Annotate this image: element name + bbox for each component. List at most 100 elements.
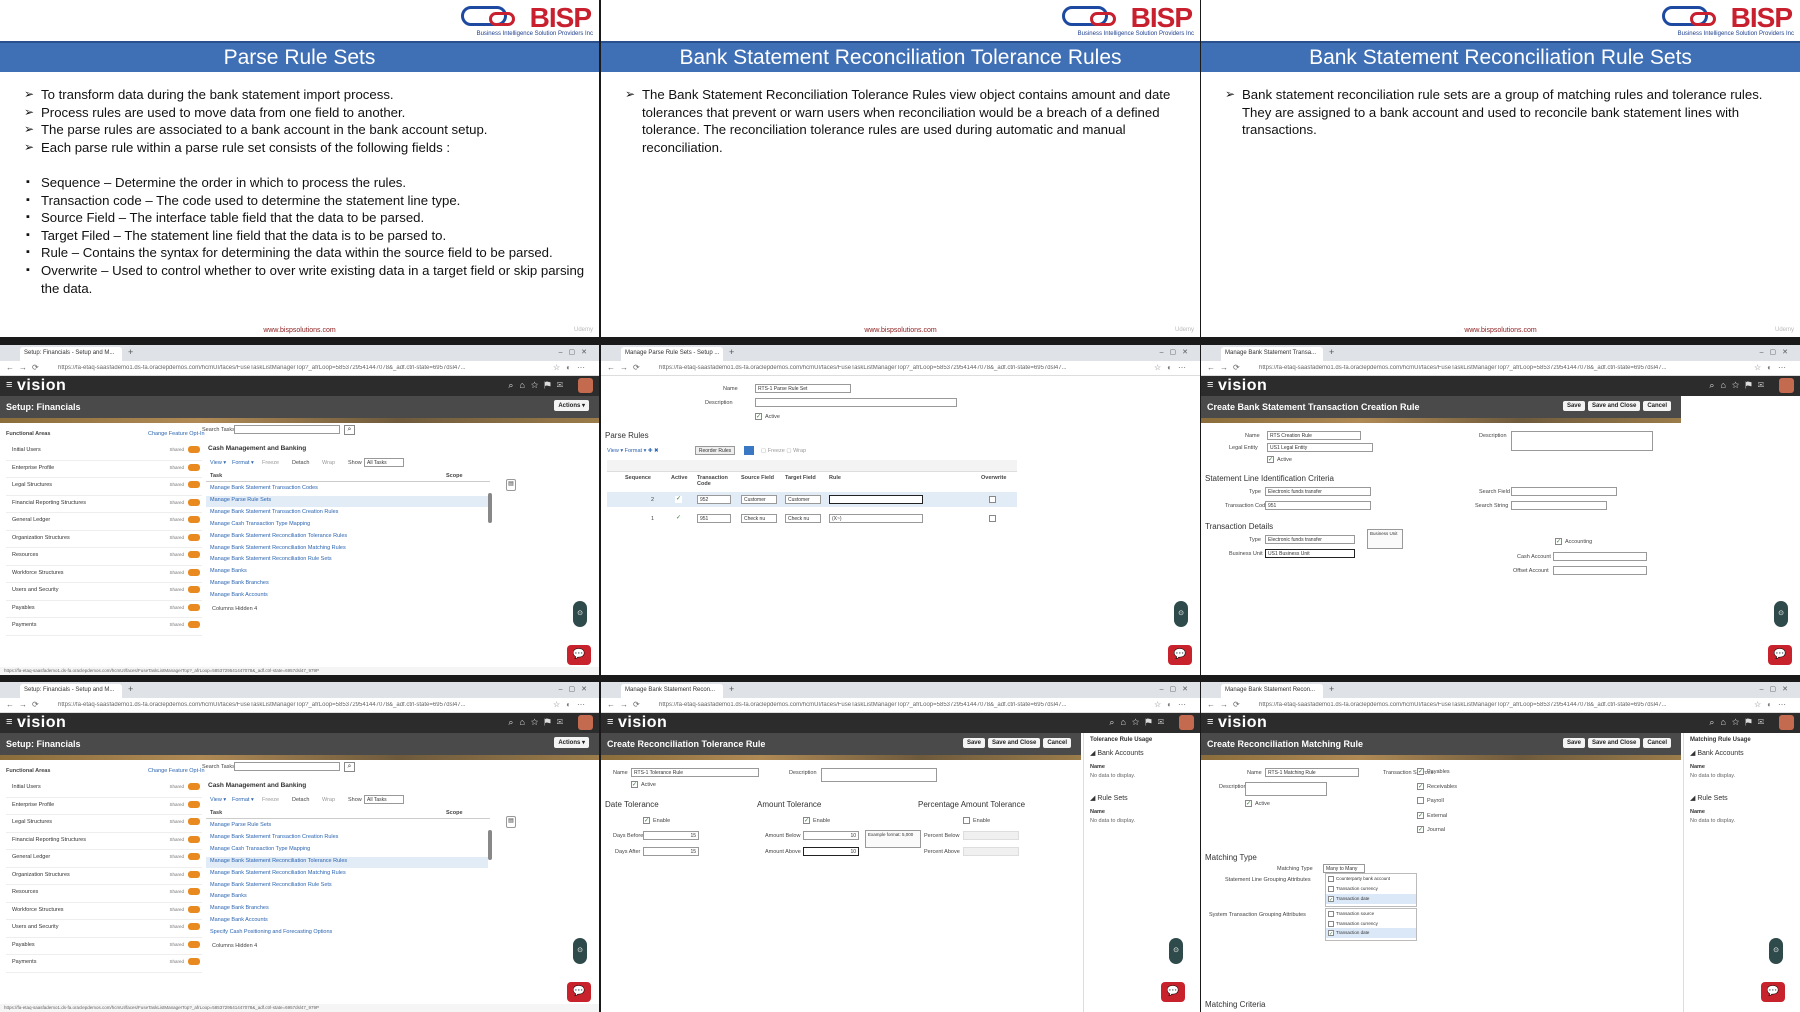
rule-input[interactable]: (X~): [829, 514, 923, 523]
type2-select[interactable]: Electronic funds transfer: [1265, 535, 1355, 544]
browser-toolbar-icons[interactable]: ☆◐⋯: [1154, 363, 1192, 372]
usage-rule-sets[interactable]: ◢ Rule Sets: [1690, 794, 1728, 802]
browser-tab[interactable]: Manage Bank Statement Recon...: [621, 684, 723, 698]
nav-arrows-icon[interactable]: ←→⟳: [607, 363, 645, 372]
toggle-icon[interactable]: [188, 603, 200, 611]
target-field-select[interactable]: Customer: [785, 495, 821, 504]
grouping-option[interactable]: Counterparty bank account: [1326, 874, 1416, 884]
toggle-icon[interactable]: [188, 800, 200, 808]
description-input[interactable]: [821, 768, 937, 782]
accounting-checkbox[interactable]: ✓: [1555, 538, 1562, 545]
usage-rule-sets[interactable]: ◢ Rule Sets: [1090, 794, 1128, 802]
browser-toolbar-icons[interactable]: ☆◐⋯: [1154, 700, 1192, 709]
option-checkbox[interactable]: [1328, 886, 1334, 892]
show-select[interactable]: All Tasks: [364, 458, 404, 467]
name-input[interactable]: RTS-1 Matching Rule: [1265, 768, 1359, 777]
url-text[interactable]: https://fa-etaq-saasfademo1.ds-fa.oracle…: [659, 365, 1089, 371]
task-link[interactable]: Manage Banks: [210, 568, 247, 574]
amount-enable-checkbox[interactable]: ✓: [803, 817, 810, 824]
toggle-icon[interactable]: [188, 923, 200, 930]
task-link[interactable]: Manage Banks: [210, 893, 247, 899]
task-link[interactable]: Manage Bank Statement Reconciliation Mat…: [210, 870, 346, 876]
assistant-orb[interactable]: ⊙: [1174, 601, 1188, 627]
functional-area-item[interactable]: General Ledger Shared: [6, 850, 202, 868]
chat-button[interactable]: 💬: [1168, 645, 1192, 665]
scrollbar[interactable]: [488, 493, 492, 523]
task-link[interactable]: Manage Parse Rule Sets: [210, 497, 271, 503]
detach-toggle[interactable]: Detach: [292, 460, 309, 466]
toggle-icon[interactable]: [188, 870, 200, 878]
chat-button[interactable]: 💬: [567, 982, 591, 1002]
vision-logo[interactable]: vision: [1218, 377, 1267, 395]
search-tasks-input[interactable]: [234, 762, 340, 771]
statement-grouping-list[interactable]: Counterparty bank account Transaction cur…: [1325, 873, 1417, 907]
assistant-orb[interactable]: ⊙: [1169, 938, 1183, 964]
amount-above-input[interactable]: 10: [803, 847, 859, 856]
days-after-input[interactable]: 15: [643, 847, 699, 856]
assistant-orb[interactable]: ⊙: [1769, 938, 1783, 964]
task-link[interactable]: Manage Bank Statement Reconciliation Mat…: [210, 545, 346, 551]
nav-arrows-icon[interactable]: ←→⟳: [1207, 700, 1245, 709]
chat-button[interactable]: 💬: [567, 645, 591, 665]
functional-area-item[interactable]: Payments Shared: [6, 955, 202, 973]
functional-area-item[interactable]: Payments Shared: [6, 618, 202, 636]
change-feature-link[interactable]: Change Feature Opt-In: [148, 768, 205, 774]
avatar[interactable]: [1179, 715, 1194, 730]
toggle-icon[interactable]: [188, 446, 200, 453]
task-link[interactable]: Manage Bank Statement Transaction Creati…: [210, 509, 338, 515]
grouping-option[interactable]: ✓ Transaction date: [1326, 894, 1416, 904]
vision-logo[interactable]: vision: [17, 377, 66, 395]
functional-area-item[interactable]: Workforce Structures Shared: [6, 903, 202, 920]
option-checkbox[interactable]: [1328, 939, 1334, 940]
vision-logo[interactable]: vision: [618, 714, 667, 732]
toggle-icon[interactable]: [188, 835, 200, 843]
vision-logo[interactable]: vision: [1218, 714, 1267, 732]
cancel-button[interactable]: Cancel: [1643, 401, 1671, 411]
browser-toolbar-icons[interactable]: ☆◐⋯: [1754, 700, 1792, 709]
browser-tab[interactable]: Manage Bank Statement Recon...: [1221, 684, 1323, 698]
functional-area-item[interactable]: Legal Structures Shared: [6, 815, 202, 833]
url-text[interactable]: https://fa-etaq-saasfademo1.ds-fa.oracle…: [58, 365, 488, 371]
browser-tab[interactable]: Setup: Financials - Setup and M...: [20, 684, 122, 698]
functional-area-item[interactable]: Resources Shared: [6, 885, 202, 903]
freeze-toggle[interactable]: Freeze: [262, 460, 279, 466]
new-tab-icon[interactable]: +: [1329, 347, 1334, 357]
hamburger-icon[interactable]: ≡: [1207, 716, 1213, 728]
wrap-toggle[interactable]: Wrap: [322, 797, 335, 803]
url-text[interactable]: https://fa-etaq-saasfademo1.ds-fa.oracle…: [1259, 702, 1689, 708]
detach-icon[interactable]: [744, 446, 754, 455]
functional-area-item[interactable]: Organization Structures Shared: [6, 868, 202, 885]
active-cell-check[interactable]: ✓: [675, 515, 682, 522]
view-menu[interactable]: View ▾ Format ▾ ✚ ✖: [607, 448, 659, 454]
detach-toggle[interactable]: Detach: [292, 797, 309, 803]
scrollbar[interactable]: [488, 830, 492, 860]
browser-tab[interactable]: Manage Parse Rule Sets - Setup ...: [621, 347, 723, 361]
active-checkbox[interactable]: ✓: [631, 781, 638, 788]
search-tasks-input[interactable]: [234, 425, 340, 434]
view-menu[interactable]: View ▾: [210, 797, 226, 803]
avatar[interactable]: [578, 715, 593, 730]
percent-enable-checkbox[interactable]: [963, 817, 970, 824]
header-icons[interactable]: ⌕⌂☆⚑✉: [1709, 717, 1770, 728]
grouping-option[interactable]: Transaction source: [1326, 909, 1416, 919]
toggle-icon[interactable]: [188, 533, 200, 541]
cancel-button[interactable]: Cancel: [1643, 738, 1671, 748]
task-link[interactable]: Manage Bank Statement Reconciliation Rul…: [210, 882, 332, 888]
option-checkbox[interactable]: [1328, 876, 1334, 882]
assistant-orb[interactable]: ⊙: [573, 938, 587, 964]
search-icon[interactable]: ⌕: [344, 762, 355, 772]
toggle-icon[interactable]: [188, 905, 200, 913]
transaction-code-select[interactable]: 952: [697, 495, 731, 504]
toggle-icon[interactable]: [188, 481, 200, 488]
chat-button[interactable]: 💬: [1761, 982, 1785, 1002]
active-checkbox[interactable]: ✓: [1267, 456, 1274, 463]
wrap-toggle[interactable]: Wrap: [322, 460, 335, 466]
amount-below-input[interactable]: 10: [803, 831, 859, 840]
task-link[interactable]: Manage Bank Branches: [210, 905, 269, 911]
header-icons[interactable]: ⌕⌂☆⚑✉: [1709, 380, 1770, 391]
new-tab-icon[interactable]: +: [128, 684, 133, 694]
header-icons[interactable]: ⌕⌂☆⚑✉: [1109, 717, 1170, 728]
toggle-icon[interactable]: [188, 818, 200, 825]
task-link[interactable]: Manage Bank Accounts: [210, 917, 268, 923]
task-link[interactable]: Manage Bank Accounts: [210, 592, 268, 598]
